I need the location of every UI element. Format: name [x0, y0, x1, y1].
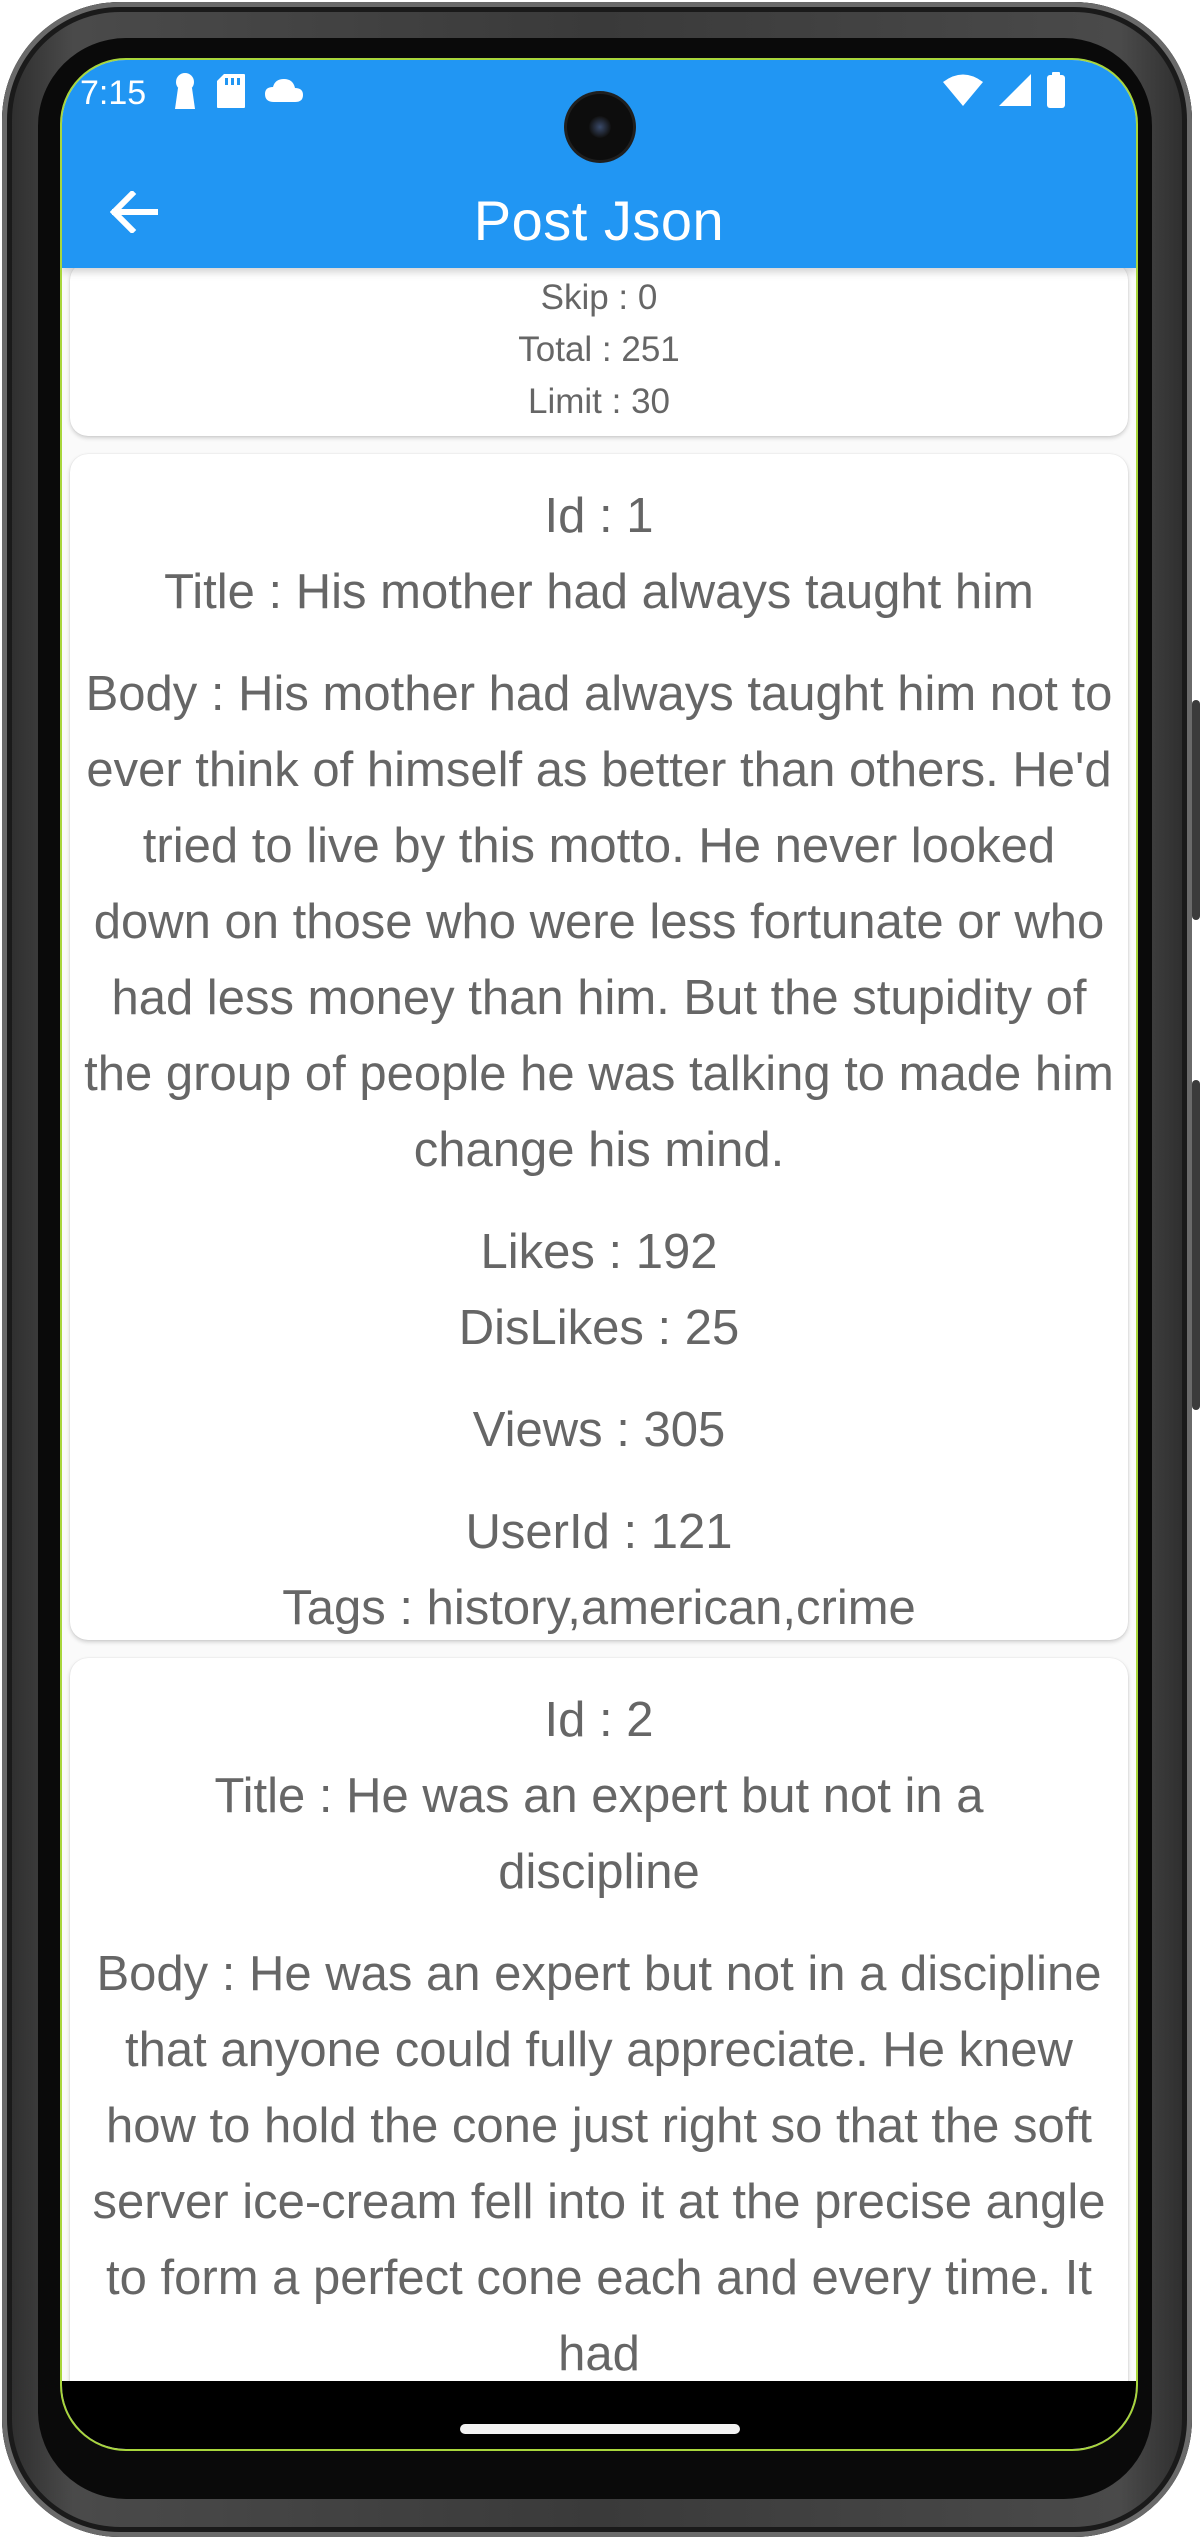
volume-button — [1192, 1080, 1200, 1410]
navigation-bar — [62, 2381, 1136, 2449]
post-dislikes: DisLikes : 25 — [458, 1301, 740, 1355]
total-text: Total : 251 — [518, 330, 680, 369]
post-card: Id : 2 Title : He was an expert but not … — [70, 1658, 1128, 2449]
limit-text: Limit : 30 — [528, 382, 670, 421]
post-views: Views : 305 — [472, 1403, 726, 1457]
status-icons-left — [172, 72, 304, 110]
post-title: Title : He was an expert but not in a di… — [214, 1769, 984, 1899]
post-list[interactable]: Skip : 0 Total : 251 Limit : 30 Id : 1 T… — [62, 262, 1136, 2449]
power-button — [1192, 700, 1200, 920]
keyhole-icon — [175, 73, 195, 109]
meta-card: Skip : 0 Total : 251 Limit : 30 — [70, 262, 1128, 436]
app-bar: 7:15 Post Json — [62, 60, 1136, 268]
phone-device: 7:15 Post Json Skip: 0 Total: 251 Limi… — [0, 0, 1200, 2541]
post-title: Title : His mother had always taught him — [164, 565, 1034, 619]
status-time: 7:15 — [80, 74, 147, 112]
battery-icon — [1047, 72, 1065, 108]
post-id: Id : 2 — [544, 1693, 654, 1747]
skip-text: Skip : 0 — [540, 278, 658, 317]
sd-card-icon — [217, 74, 245, 108]
post-body: Body : His mother had always taught him … — [84, 667, 1114, 1177]
cloud-icon — [265, 79, 303, 102]
status-icons-right — [942, 72, 1066, 108]
front-camera — [567, 94, 633, 160]
post-user-id: UserId : 121 — [465, 1505, 733, 1559]
page-title: Post Json — [473, 189, 725, 252]
wifi-icon — [943, 74, 983, 106]
signal-icon — [999, 74, 1031, 106]
home-indicator[interactable] — [460, 2424, 740, 2434]
post-likes: Likes : 192 — [480, 1225, 718, 1279]
app-screen: 7:15 Post Json Skip: 0 Total: 251 Limi… — [60, 58, 1138, 2451]
post-card: Id : 1 Title : His mother had always tau… — [70, 454, 1128, 1640]
post-body: Body : He was an expert but not in a dis… — [92, 1947, 1106, 2381]
post-id: Id : 1 — [544, 489, 654, 543]
post-tags: Tags : history,american,crime — [282, 1581, 916, 1635]
